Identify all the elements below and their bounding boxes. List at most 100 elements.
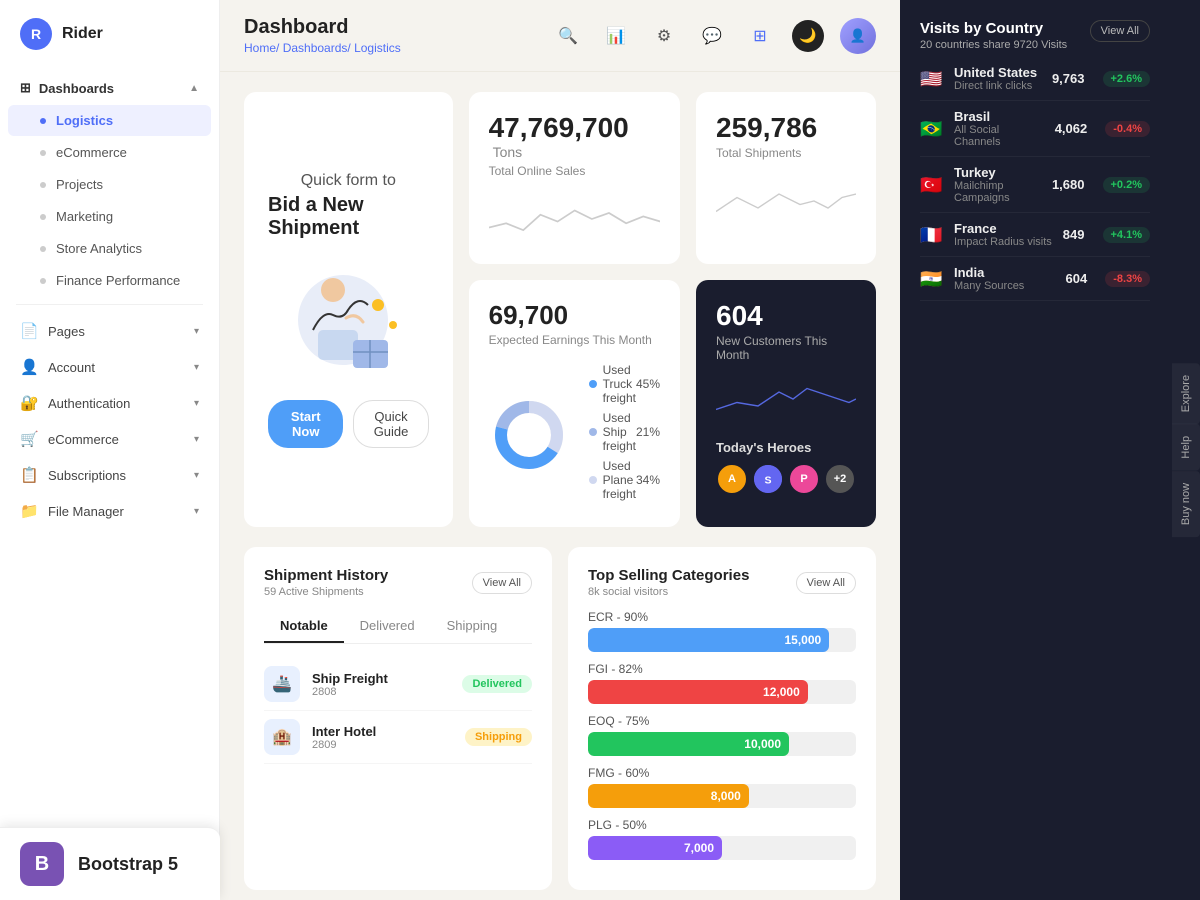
- selling-subtitle: 8k social visitors: [588, 586, 749, 598]
- sidebar-item-finance[interactable]: Finance Performance: [8, 265, 211, 296]
- sidebar-item-store-analytics[interactable]: Store Analytics: [8, 233, 211, 264]
- donut-chart: [489, 395, 569, 475]
- ship-id-0: 2808: [312, 686, 450, 698]
- sidebar-dot: [40, 278, 46, 284]
- dashboards-group[interactable]: ⊞ Dashboards ▲: [0, 72, 219, 104]
- stat-number-shipments: 259,786: [716, 112, 856, 144]
- bar-item: ECR - 90% 15,000: [588, 610, 856, 652]
- sidebar-item-logistics[interactable]: Logistics: [8, 105, 211, 136]
- bar-fill: 7,000: [588, 836, 722, 860]
- change-badge: -0.4%: [1105, 121, 1150, 137]
- change-badge: +2.6%: [1103, 71, 1151, 87]
- breadcrumb-current: Logistics: [354, 41, 401, 55]
- banner-buttons: Start Now Quick Guide: [268, 400, 429, 448]
- subs-icon: 📋: [20, 466, 38, 484]
- bar-fill: 8,000: [588, 784, 749, 808]
- dashboards-label: Dashboards: [39, 81, 114, 96]
- sidebar-item-label: Store Analytics: [56, 241, 142, 256]
- country-item: 🇫🇷 France Impact Radius visits 849 +4.1%: [920, 213, 1150, 257]
- sidebar-account-label: Account: [48, 360, 95, 375]
- donut-legend: Used Truck freight 45% Used Ship freight…: [589, 363, 660, 507]
- sidebar-item-projects[interactable]: Projects: [8, 169, 211, 200]
- breadcrumb-dashboards: Dashboards/: [283, 41, 351, 55]
- country-source: Direct link clicks: [954, 80, 1042, 92]
- shipment-item-1: 🏨 Inter Hotel 2809 Shipping: [264, 711, 532, 764]
- sidebar-authentication[interactable]: 🔐 Authentication ▾: [0, 385, 219, 421]
- side-tab-explore[interactable]: Explore: [1172, 363, 1200, 424]
- tab-delivered[interactable]: Delivered: [344, 610, 431, 643]
- settings-icon[interactable]: ⚙: [648, 20, 680, 52]
- sidebar-item-label: Projects: [56, 177, 103, 192]
- stat-card-sales: 47,769,700 Tons Total Online Sales: [469, 92, 680, 264]
- country-visits-card: Visits by Country 20 countries share 972…: [900, 0, 1200, 900]
- pages-chevron: ▾: [194, 326, 199, 337]
- sidebar-pages[interactable]: 📄 Pages ▾: [0, 313, 219, 349]
- plane-dot: [589, 476, 597, 484]
- shipment-card-header: Shipment History 59 Active Shipments Vie…: [264, 567, 532, 598]
- quick-guide-button[interactable]: Quick Guide: [353, 400, 428, 448]
- country-item: 🇹🇷 Turkey Mailchimp Campaigns 1,680 +0.2…: [920, 157, 1150, 213]
- selling-title: Top Selling Categories: [588, 567, 749, 584]
- donut-card: 69,700 Expected Earnings This Month: [469, 280, 680, 527]
- account-chevron: ▾: [194, 362, 199, 373]
- grid-icon[interactable]: ⊞: [744, 20, 776, 52]
- stats-grid: 47,769,700 Tons Total Online Sales 259,7…: [469, 92, 876, 527]
- breadcrumb-home: Home/: [244, 41, 279, 55]
- sidebar-auth-label: Authentication: [48, 396, 130, 411]
- side-tab-buynow[interactable]: Buy now: [1172, 471, 1200, 537]
- shipment-title: Shipment History: [264, 567, 388, 584]
- country-flag: 🇺🇸: [920, 70, 944, 88]
- hero-avatar-a: A: [716, 463, 748, 495]
- sidebar-logo[interactable]: R Rider: [0, 0, 219, 68]
- shipment-subtitle: 59 Active Shipments: [264, 586, 388, 598]
- dark-mode-toggle[interactable]: 🌙: [792, 20, 824, 52]
- sidebar-divider-1: [16, 304, 203, 305]
- country-item: 🇺🇸 United States Direct link clicks 9,76…: [920, 57, 1150, 101]
- countries-container: 🇺🇸 United States Direct link clicks 9,76…: [920, 57, 1150, 301]
- shipment-history-card: Shipment History 59 Active Shipments Vie…: [244, 547, 552, 890]
- sidebar-dot: [40, 246, 46, 252]
- side-tab-help[interactable]: Help: [1172, 424, 1200, 471]
- earnings-stat: 69,700: [489, 300, 660, 331]
- sidebar-subscriptions[interactable]: 📋 Subscriptions ▾: [0, 457, 219, 493]
- start-now-button[interactable]: Start Now: [268, 400, 343, 448]
- sidebar-dot: [40, 150, 46, 156]
- top-content-grid: Quick form to Bid a New Shipment Start N…: [220, 72, 900, 547]
- country-flag: 🇮🇳: [920, 270, 944, 288]
- country-view-all-button[interactable]: View All: [1090, 20, 1150, 42]
- bar-track: 7,000: [588, 836, 856, 860]
- tab-shipping[interactable]: Shipping: [431, 610, 514, 643]
- country-name: Turkey: [954, 165, 1042, 180]
- sidebar-item-ecommerce[interactable]: eCommerce: [8, 137, 211, 168]
- country-source: Many Sources: [954, 280, 1056, 292]
- selling-view-all-button[interactable]: View All: [796, 572, 856, 594]
- dashboards-chevron: ▲: [189, 83, 199, 94]
- legend-truck: Used Truck freight 45%: [589, 363, 660, 405]
- user-avatar[interactable]: 👤: [840, 18, 876, 54]
- change-badge: -8.3%: [1105, 271, 1150, 287]
- legend-plane: Used Plane freight 34%: [589, 459, 660, 501]
- sidebar-ecommerce-page[interactable]: 🛒 eCommerce ▾: [0, 421, 219, 457]
- customers-label: New Customers This Month: [716, 334, 856, 362]
- bar-fill: 15,000: [588, 628, 829, 652]
- ship-name-1: Inter Hotel: [312, 724, 453, 739]
- bootstrap-promo: B Bootstrap 5: [0, 827, 220, 900]
- chat-icon[interactable]: 💬: [696, 20, 728, 52]
- sidebar-item-marketing[interactable]: Marketing: [8, 201, 211, 232]
- search-icon[interactable]: 🔍: [552, 20, 584, 52]
- bootstrap-text: Bootstrap 5: [78, 854, 178, 875]
- country-source: Impact Radius visits: [954, 236, 1053, 248]
- country-flag: 🇫🇷: [920, 226, 944, 244]
- donut-container: Used Truck freight 45% Used Ship freight…: [489, 363, 660, 507]
- chart-icon[interactable]: 📊: [600, 20, 632, 52]
- sidebar-account[interactable]: 👤 Account ▾: [0, 349, 219, 385]
- country-visits-count: 849: [1063, 227, 1085, 242]
- bar-fill: 10,000: [588, 732, 789, 756]
- sidebar-file-manager[interactable]: 📁 File Manager ▾: [0, 493, 219, 529]
- tab-notable[interactable]: Notable: [264, 610, 344, 643]
- filemanager-chevron: ▾: [194, 506, 199, 517]
- auth-chevron: ▾: [194, 398, 199, 409]
- hero-avatar-extra: +2: [824, 463, 856, 495]
- sidebar-item-label: eCommerce: [56, 145, 127, 160]
- shipment-view-all-button[interactable]: View All: [472, 572, 532, 594]
